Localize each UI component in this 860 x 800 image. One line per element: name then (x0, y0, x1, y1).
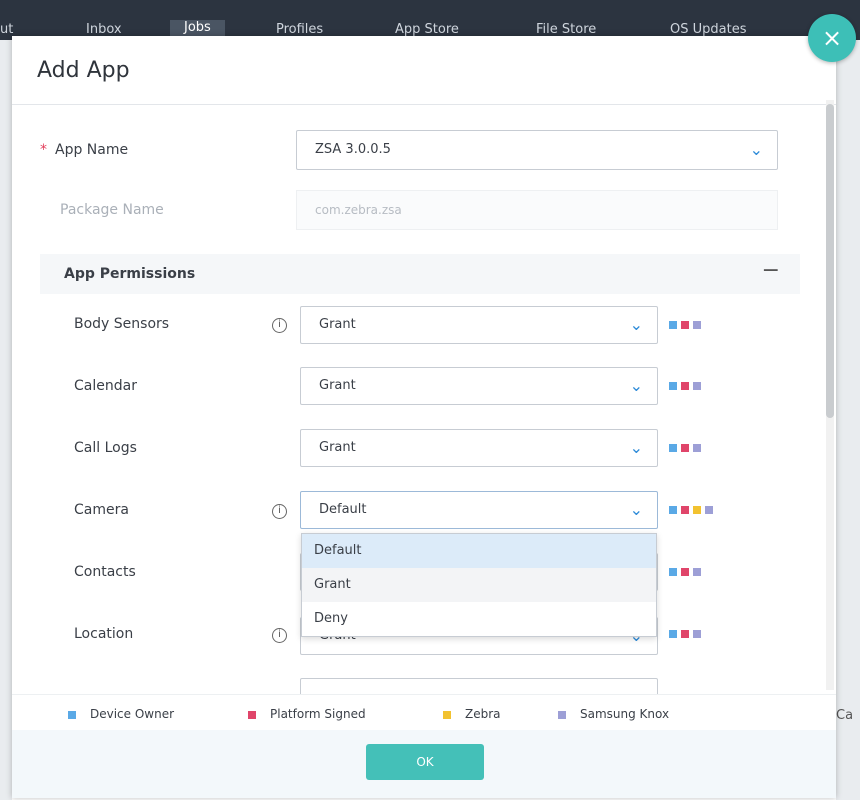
samsung-knox-dot-icon (705, 506, 713, 514)
ok-button[interactable]: OK (366, 744, 484, 780)
permission-badges (669, 321, 705, 329)
platform-signed-dot-icon (248, 710, 256, 719)
dropdown-option-default[interactable]: Default (302, 534, 656, 568)
permission-label-call-logs: Call Logs (74, 440, 137, 456)
close-icon[interactable]: × (808, 14, 856, 62)
nav-tab-profiles[interactable]: Profiles (276, 22, 323, 37)
legend-label: Zebra (465, 707, 501, 721)
package-name-input: com.zebra.zsa (296, 190, 778, 230)
zebra-dot-icon (693, 506, 701, 514)
permission-legend: Device Owner Platform Signed Zebra Samsu… (12, 694, 836, 730)
permission-label-camera: Camera (74, 502, 129, 518)
samsung-knox-dot-icon (693, 444, 701, 452)
permission-label-calendar: Calendar (74, 378, 137, 394)
scrollbar-thumb[interactable] (826, 104, 834, 418)
permission-label-body-sensors: Body Sensors (74, 316, 170, 332)
chevron-down-icon[interactable]: ⌄ (750, 131, 763, 169)
permission-value: Grant (319, 317, 356, 332)
permission-label-location: Location (74, 626, 134, 642)
permission-value: Grant (319, 440, 356, 455)
device-owner-dot-icon (669, 321, 677, 329)
permission-badges (669, 630, 705, 638)
permission-select-camera[interactable]: Default ⌄ (300, 491, 658, 529)
permission-value: Grant (319, 378, 356, 393)
dropdown-option-deny[interactable]: Deny (302, 602, 656, 636)
platform-signed-dot-icon (681, 444, 689, 452)
samsung-knox-dot-icon (693, 321, 701, 329)
chevron-down-icon[interactable]: ⌄ (630, 430, 643, 466)
platform-signed-dot-icon (681, 630, 689, 638)
nav-tab-os-updates[interactable]: OS Updates (670, 22, 746, 37)
info-icon[interactable]: i (272, 318, 287, 333)
app-name-select[interactable]: ZSA 3.0.0.5 ⌄ (296, 130, 778, 170)
chevron-down-icon[interactable]: ⌄ (630, 368, 643, 404)
device-owner-dot-icon (669, 630, 677, 638)
platform-signed-dot-icon (681, 382, 689, 390)
platform-signed-dot-icon (681, 321, 689, 329)
permission-badges (669, 506, 717, 514)
samsung-knox-dot-icon (558, 710, 566, 719)
permission-select-body-sensors[interactable]: Grant ⌄ (300, 306, 658, 344)
top-navigation: ut Inbox Jobs Profiles App Store File St… (0, 0, 860, 40)
platform-signed-dot-icon (681, 506, 689, 514)
samsung-knox-dot-icon (693, 568, 701, 576)
app-permissions-title: App Permissions (64, 266, 196, 282)
permission-badges (669, 568, 705, 576)
zebra-dot-icon (443, 710, 451, 719)
nav-tab-app-store[interactable]: App Store (395, 22, 459, 37)
legend-label: Device Owner (90, 707, 175, 721)
background-panel-right (836, 40, 860, 800)
dropdown-option-grant[interactable]: Grant (302, 568, 656, 602)
device-owner-dot-icon (669, 382, 677, 390)
platform-signed-dot-icon (681, 568, 689, 576)
device-owner-dot-icon (669, 506, 677, 514)
device-owner-dot-icon (669, 444, 677, 452)
app-name-value: ZSA 3.0.0.5 (315, 142, 391, 157)
background-cutoff-text: Ca (836, 708, 854, 723)
samsung-knox-dot-icon (693, 382, 701, 390)
nav-tab-inbox[interactable]: Inbox (86, 22, 122, 37)
modal-footer: OK (12, 730, 836, 798)
permission-label-contacts: Contacts (74, 564, 136, 580)
samsung-knox-dot-icon (693, 630, 701, 638)
legend-item-platform-signed: Platform Signed (248, 707, 366, 721)
app-name-label: * App Name (40, 142, 128, 158)
nav-tab-partial[interactable]: ut (0, 22, 13, 37)
required-asterisk-icon: * (40, 142, 47, 158)
legend-label: Samsung Knox (580, 707, 670, 721)
legend-label: Platform Signed (270, 707, 366, 721)
permission-badges (669, 382, 705, 390)
info-icon[interactable]: i (272, 628, 287, 643)
background-panel-left (0, 40, 12, 800)
header-divider (12, 104, 836, 105)
modal-title: Add App (37, 58, 130, 83)
permission-value: Default (319, 502, 367, 517)
chevron-down-icon[interactable]: ⌄ (630, 307, 643, 343)
app-name-label-text: App Name (55, 142, 129, 158)
chevron-down-icon[interactable]: ⌄ (630, 492, 643, 528)
info-icon[interactable]: i (272, 504, 287, 519)
legend-item-device-owner: Device Owner (68, 707, 174, 721)
collapse-icon[interactable]: − (762, 258, 780, 283)
camera-dropdown-menu: Default Grant Deny (301, 533, 657, 637)
permission-badges (669, 444, 705, 452)
package-name-label: Package Name (60, 202, 164, 218)
device-owner-dot-icon (669, 568, 677, 576)
app-permissions-header[interactable]: App Permissions − (40, 254, 800, 294)
legend-item-samsung-knox: Samsung Knox (558, 707, 669, 721)
permission-select-call-logs[interactable]: Grant ⌄ (300, 429, 658, 467)
device-owner-dot-icon (68, 710, 76, 719)
permission-select-calendar[interactable]: Grant ⌄ (300, 367, 658, 405)
nav-tab-file-store[interactable]: File Store (536, 22, 596, 37)
legend-item-zebra: Zebra (443, 707, 501, 721)
